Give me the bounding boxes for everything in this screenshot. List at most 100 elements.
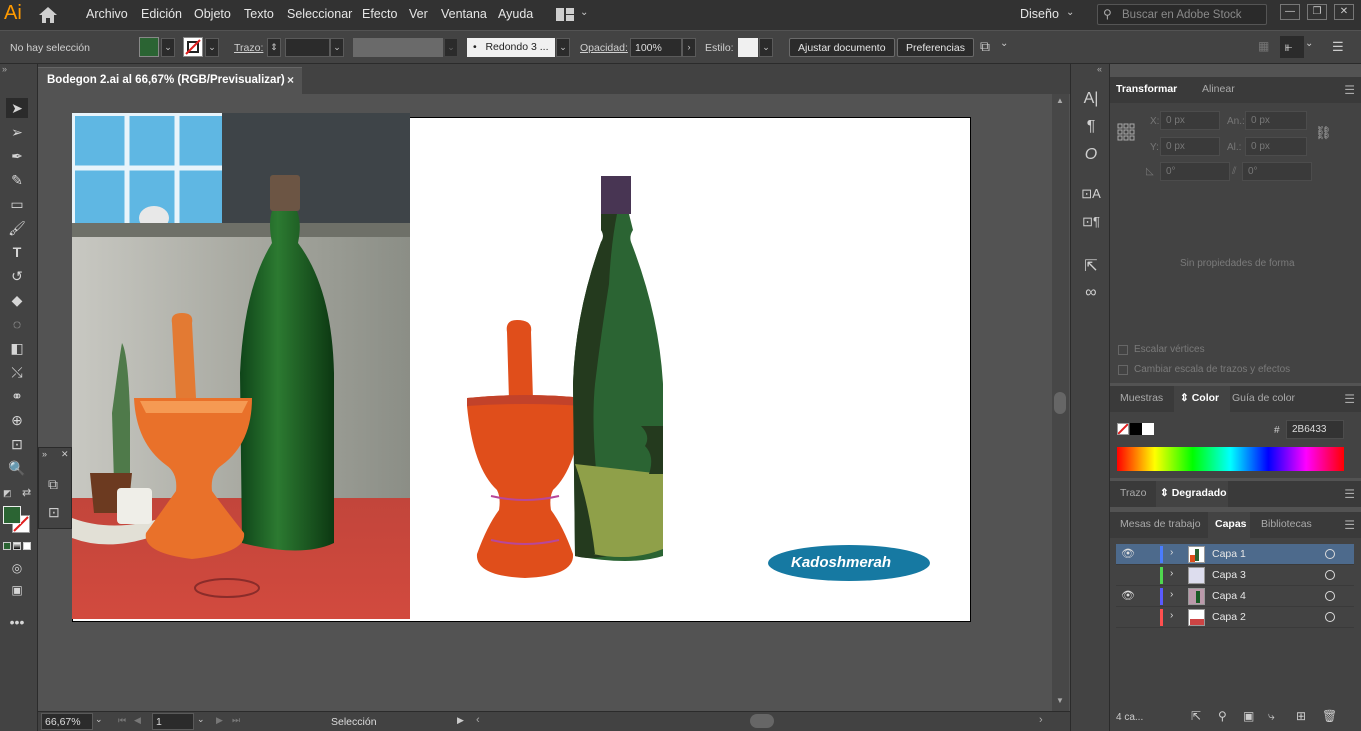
menu-icon[interactable]: ☰: [1344, 487, 1355, 501]
variable-width-profile[interactable]: [353, 38, 443, 57]
menu-icon[interactable]: ☰: [1344, 518, 1355, 532]
mortar-illustration[interactable]: [465, 318, 585, 580]
scroll-up-icon[interactable]: ▲: [1056, 96, 1064, 105]
chevron-down-icon[interactable]: ⌄: [580, 7, 588, 18]
zoom-input[interactable]: 66,67%: [41, 713, 93, 730]
menu-edicion[interactable]: Edición: [141, 7, 182, 21]
chevron-right-icon[interactable]: ›: [1170, 547, 1173, 558]
bottle-illustration[interactable]: [571, 174, 667, 564]
type-tool-icon[interactable]: T: [6, 242, 28, 262]
menu-ver[interactable]: Ver: [409, 7, 428, 21]
layer-row[interactable]: › Capa 3: [1116, 565, 1354, 586]
tab-muestras[interactable]: Muestras: [1120, 392, 1163, 404]
menu-efecto[interactable]: Efecto: [362, 7, 397, 21]
eye-icon[interactable]: 👁: [1121, 589, 1135, 602]
horizontal-scroll-thumb[interactable]: [750, 714, 774, 728]
menu-ventana[interactable]: Ventana: [441, 7, 487, 21]
tab-guia-color[interactable]: Guía de color: [1232, 392, 1295, 404]
target-icon[interactable]: [1325, 549, 1335, 559]
menu-objeto[interactable]: Objeto: [194, 7, 231, 21]
opacity-input[interactable]: 100%: [630, 38, 682, 57]
menu-ayuda[interactable]: Ayuda: [498, 7, 533, 21]
artboard-number-input[interactable]: 1: [152, 713, 194, 730]
gradient-tool-icon[interactable]: ◧: [6, 338, 28, 358]
brush-definition[interactable]: • Redondo 3 ...: [467, 38, 555, 57]
lasso-tool-icon[interactable]: ◌: [6, 314, 28, 334]
minimize-button[interactable]: —: [1280, 4, 1300, 20]
close-tab-icon[interactable]: ×: [287, 73, 294, 87]
current-tool-status[interactable]: Selección: [331, 716, 377, 728]
stroke-weight-dropdown[interactable]: ⌄: [330, 38, 344, 57]
none-swatch[interactable]: [1117, 423, 1129, 435]
paragraph-styles-icon[interactable]: ⊡¶: [1081, 214, 1101, 234]
eraser-tool-icon[interactable]: ◆: [6, 290, 28, 310]
width-input[interactable]: 0 px: [1245, 111, 1307, 130]
menu-texto[interactable]: Texto: [244, 7, 274, 21]
menu-archivo[interactable]: Archivo: [86, 7, 128, 21]
first-artboard-icon[interactable]: ⏮: [118, 715, 126, 726]
links-icon[interactable]: ⧉: [48, 476, 58, 493]
tab-transformar[interactable]: Transformar: [1116, 83, 1177, 95]
layer-name[interactable]: Capa 3: [1212, 569, 1246, 581]
swap-colors-icon[interactable]: ⇄: [22, 486, 31, 499]
eyedropper-tool-icon[interactable]: ⤯: [6, 362, 28, 382]
artboard-tool-icon[interactable]: ⊡: [6, 434, 28, 454]
expand-icon[interactable]: »: [42, 449, 47, 459]
tab-degradado[interactable]: ⇕ Degradado: [1160, 487, 1227, 499]
draw-mode-icon[interactable]: ◎: [6, 558, 28, 578]
height-input[interactable]: 0 px: [1245, 137, 1307, 156]
style-swatch[interactable]: [738, 38, 758, 57]
selection-tool-icon[interactable]: ➤: [6, 98, 28, 118]
collapse-icon[interactable]: «: [1097, 64, 1102, 74]
new-layer-icon[interactable]: ⊞: [1296, 709, 1306, 723]
menu-icon[interactable]: ☰: [1344, 392, 1355, 406]
scroll-down-icon[interactable]: ▼: [1056, 696, 1064, 705]
shear-input[interactable]: 0°: [1242, 162, 1312, 181]
scroll-left-icon[interactable]: ‹: [476, 714, 480, 726]
fill-dropdown[interactable]: ⌄: [161, 38, 175, 57]
close-icon[interactable]: ✕: [61, 449, 69, 460]
artboard[interactable]: Kadoshmerah: [72, 113, 971, 622]
direct-selection-tool-icon[interactable]: ➢: [6, 122, 28, 142]
opentype-panel-icon[interactable]: O: [1081, 146, 1101, 166]
rotate-tool-icon[interactable]: ↺: [6, 266, 28, 286]
chevron-right-icon[interactable]: ›: [1170, 610, 1173, 621]
workspace-switcher[interactable]: Diseño: [1020, 7, 1059, 21]
tab-capas[interactable]: Capas: [1215, 518, 1247, 530]
tab-trazo[interactable]: Trazo: [1120, 487, 1146, 499]
opacity-arrow[interactable]: ›: [682, 38, 696, 57]
export-layer-icon[interactable]: ⇱: [1191, 709, 1201, 723]
links-panel-icon[interactable]: ∞: [1081, 284, 1101, 304]
tab-bibliotecas[interactable]: Bibliotecas: [1261, 518, 1312, 530]
brush-dropdown[interactable]: ⌄: [556, 38, 570, 57]
layer-row[interactable]: 👁 › Capa 4: [1116, 586, 1354, 607]
chevron-right-icon[interactable]: ›: [1170, 568, 1173, 579]
rotate-input[interactable]: 0°: [1160, 162, 1230, 181]
fill-swatch[interactable]: [139, 37, 159, 57]
next-artboard-icon[interactable]: ▶: [216, 715, 223, 726]
new-sublayer-icon[interactable]: ⤷: [1268, 709, 1275, 724]
eye-icon[interactable]: 👁: [1121, 547, 1135, 560]
stock-search-input[interactable]: ⚲ Buscar en Adobe Stock: [1097, 4, 1267, 25]
x-input[interactable]: 0 px: [1160, 111, 1220, 130]
paragraph-panel-icon[interactable]: ¶: [1081, 118, 1101, 138]
layer-name[interactable]: Capa 1: [1212, 548, 1246, 560]
reference-photo[interactable]: [72, 113, 410, 619]
black-swatch[interactable]: [1130, 423, 1142, 435]
layer-name[interactable]: Capa 2: [1212, 611, 1246, 623]
collapse-icon[interactable]: »: [2, 64, 7, 74]
scale-corners-checkbox[interactable]: [1118, 345, 1128, 355]
last-artboard-icon[interactable]: ⏭: [232, 715, 240, 726]
color-mode-icons[interactable]: [3, 542, 33, 551]
tab-color[interactable]: ⇕ Color: [1180, 392, 1219, 404]
document-tab[interactable]: Bodegon 2.ai al 66,67% (RGB/Previsualiza…: [38, 67, 302, 94]
artboard-dropdown-icon[interactable]: ⌄: [197, 714, 205, 725]
scale-strokes-checkbox[interactable]: [1118, 365, 1128, 375]
clipping-mask-icon[interactable]: ▣: [1243, 709, 1254, 723]
white-swatch[interactable]: [1142, 423, 1154, 435]
target-icon[interactable]: [1325, 570, 1335, 580]
tab-mesas-trabajo[interactable]: Mesas de trabajo: [1120, 518, 1201, 530]
grid-icon[interactable]: ▦: [1258, 39, 1269, 53]
preferences-button[interactable]: Preferencias: [897, 38, 974, 57]
stroke-dropdown[interactable]: ⌄: [205, 38, 219, 57]
